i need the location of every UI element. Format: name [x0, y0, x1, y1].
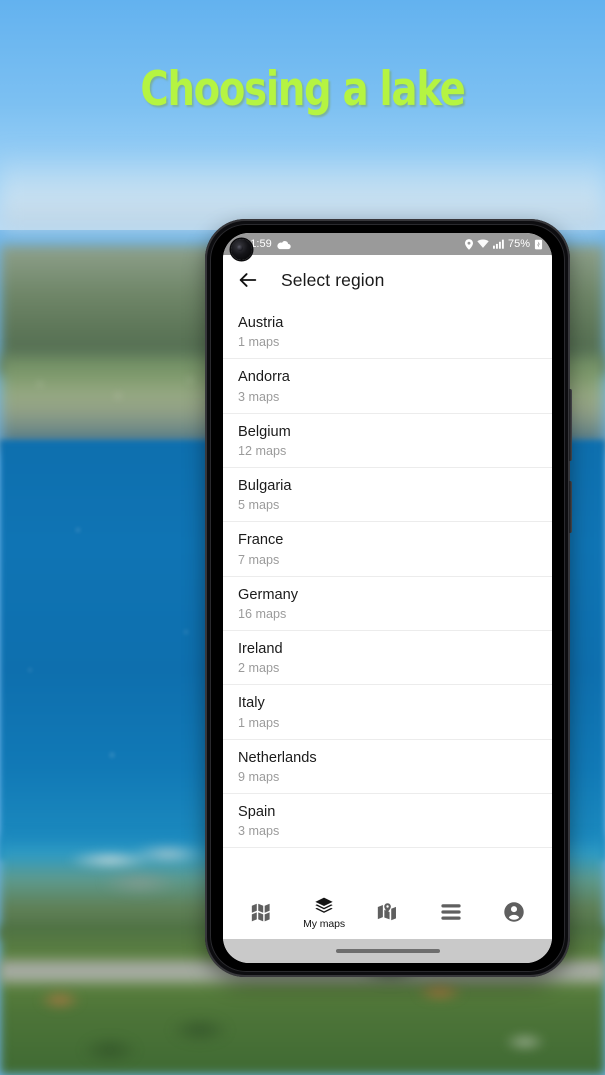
app-bar: Select region	[223, 255, 552, 305]
battery-icon	[534, 239, 543, 249]
region-name: Netherlands	[238, 749, 317, 766]
region-name: Italy	[238, 695, 265, 712]
bottom-navigation-bar: My maps	[223, 887, 552, 939]
nav-item-map-pin[interactable]	[359, 901, 415, 925]
region-name: Germany	[238, 586, 299, 603]
wifi-icon	[477, 239, 489, 248]
region-name: Austria	[238, 315, 284, 331]
region-list[interactable]: Austria 1 maps Andorra 3 maps Belgium 12…	[223, 305, 552, 869]
status-bar-right: 75%	[464, 238, 543, 250]
cloud-icon	[277, 240, 291, 249]
nav-item-my-maps[interactable]: My maps	[296, 896, 352, 930]
region-row-andorra[interactable]: Andorra 3 maps	[223, 359, 552, 414]
phone-screen: 11:59 75% Select region Austria 1 maps A…	[223, 233, 552, 963]
region-name: Bulgaria	[238, 478, 292, 495]
volume-button[interactable]	[569, 389, 572, 461]
front-camera	[231, 239, 252, 260]
region-row-netherlands[interactable]: Netherlands 9 maps	[223, 740, 552, 795]
folded-map-icon	[251, 903, 270, 922]
region-map-count: 2 maps	[238, 661, 280, 676]
nav-item-maps[interactable]	[233, 901, 289, 925]
back-arrow-icon[interactable]	[237, 269, 259, 291]
region-map-count: 16 maps	[238, 606, 287, 621]
region-row-belgium[interactable]: Belgium 12 maps	[223, 414, 552, 469]
region-row-bulgaria[interactable]: Bulgaria 5 maps	[223, 468, 552, 523]
page-title: Select region	[281, 269, 385, 290]
home-indicator[interactable]	[335, 949, 440, 953]
region-name: France	[238, 532, 284, 549]
location-pin-icon	[464, 238, 473, 250]
region-name: Spain	[238, 804, 276, 821]
map-pin-icon	[378, 903, 397, 921]
region-map-count: 1 maps	[238, 715, 280, 730]
region-name: Andorra	[238, 369, 290, 386]
hamburger-menu-icon	[441, 904, 461, 920]
account-circle-icon	[504, 902, 524, 922]
screenshot-root: Choosing a lake 11:59 75% Select region …	[0, 0, 605, 1075]
region-name: Belgium	[238, 423, 291, 440]
region-map-count: 5 maps	[238, 498, 280, 513]
region-map-count: 12 maps	[238, 443, 287, 458]
power-button[interactable]	[569, 481, 572, 533]
region-map-count: 7 maps	[238, 552, 280, 567]
region-map-count: 9 maps	[238, 769, 280, 784]
cellular-signal-icon	[492, 239, 504, 249]
region-map-count: 3 maps	[238, 389, 280, 404]
region-row-spain[interactable]: Spain 3 maps	[223, 794, 552, 849]
nav-item-menu[interactable]	[423, 903, 479, 923]
region-row-austria[interactable]: Austria 1 maps	[223, 305, 552, 360]
region-map-count: 3 maps	[238, 824, 280, 839]
region-row-italy[interactable]: Italy 1 maps	[223, 685, 552, 740]
region-row-germany[interactable]: Germany 16 maps	[223, 577, 552, 632]
region-row-france[interactable]: France 7 maps	[223, 522, 552, 577]
status-bar: 11:59 75%	[223, 233, 552, 260]
nav-item-label: My maps	[303, 918, 346, 930]
overlay-title: Choosing a lake	[140, 62, 465, 117]
region-map-count: 1 maps	[238, 335, 280, 350]
layers-icon	[315, 897, 333, 913]
region-name: Ireland	[238, 641, 283, 658]
phone-device: 11:59 75% Select region Austria 1 maps A…	[205, 219, 572, 977]
region-row-ireland[interactable]: Ireland 2 maps	[223, 631, 552, 686]
battery-percentage: 75%	[507, 238, 530, 250]
gesture-navigation-area	[223, 939, 552, 963]
nav-item-account[interactable]	[486, 901, 542, 925]
